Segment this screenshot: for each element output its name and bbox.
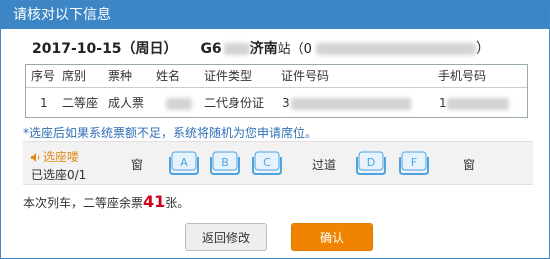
remaining-suffix: 张。 [165,196,190,210]
row-seat-class: 二等座 [62,96,99,110]
confirm-dialog: 请核对以下信息 2017-10-15（周日） G6 济南站（0 ） 序号 席别 票种… [0,0,550,259]
train-info-tail: ） [475,41,490,57]
table-header: 序号 席别 票种 姓名 证件类型 证件号码 手机号码 [26,65,527,88]
row-index: 1 [40,96,48,110]
header-phone: 手机号码 [438,69,487,83]
seat-d[interactable]: D [356,151,386,176]
seat-c-label: C [263,156,271,169]
remaining-prefix: 本次列车，二等座余票 [23,196,144,210]
seat-a[interactable]: A [169,151,199,176]
confirm-button[interactable]: 确认 [291,223,373,251]
header-id-type: 证件类型 [204,69,253,83]
seat-notice: *选座后如果系统票额不足，系统将随机为您申请席位。 [23,126,318,140]
seat-b[interactable]: B [210,151,240,176]
redacted-phone [447,97,509,110]
seat-count: 已选座0/1 [31,168,87,182]
seat-b-label: B [221,156,229,169]
station-suffix: 站（0 [277,42,312,57]
redacted-id [291,97,411,110]
header-ticket-type: 票种 [108,69,133,83]
row-ticket-type: 成人票 [108,96,145,110]
seat-f-label: F [411,156,417,169]
table-row: 1 二等座 成人票 二代身份证 3 1 [26,89,527,117]
redacted-train-number [223,43,250,55]
row-phone-prefix: 1 [439,96,447,110]
speaker-icon [31,153,40,162]
train-info: 2017-10-15（周日） G6 济南站（0 ） [32,38,512,58]
redacted-name [166,97,192,110]
aisle-label: 过道 [312,158,337,172]
seat-selector-label: 选座喽 [43,150,80,164]
row-id-prefix: 3 [282,96,290,110]
header-seat-class: 席别 [62,69,87,83]
redacted-time [315,43,476,55]
seat-d-label: D [367,156,375,169]
passenger-table: 序号 席别 票种 姓名 证件类型 证件号码 手机号码 1 二等座 成人票 二代身… [25,64,528,118]
header-id-number: 证件号码 [281,69,330,83]
dialog-title: 请核对以下信息 [1,1,549,29]
remaining-count: 41 [143,192,166,211]
seat-a-label: A [180,156,188,169]
back-button[interactable]: 返回修改 [185,223,267,251]
header-index: 序号 [31,69,56,83]
header-name: 姓名 [156,69,181,83]
seat-c[interactable]: C [252,151,282,176]
seat-selector-title: 选座喽 [31,148,79,165]
station-name: 济南 [249,41,278,57]
travel-date: 2017-10-15（周日） [32,41,178,57]
row-id-type: 二代身份证 [204,96,265,110]
window-right-label: 窗 [463,158,476,172]
remaining-tickets: 本次列车，二等座余票41张。 [23,192,189,211]
train-number: G6 [200,41,222,57]
seat-selector: 选座喽 已选座0/1 窗 A B C 过道 D F 窗 [23,141,533,185]
window-left-label: 窗 [131,158,144,172]
seat-f[interactable]: F [399,151,429,176]
